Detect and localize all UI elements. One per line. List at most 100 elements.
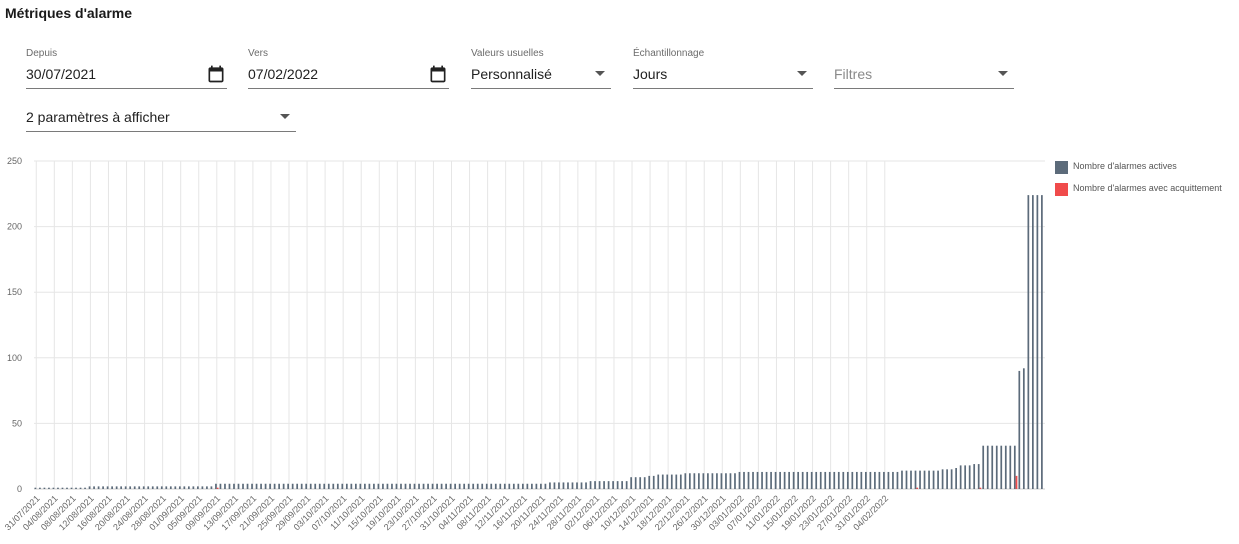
bar-active <box>169 486 172 489</box>
bar-active <box>1004 445 1007 489</box>
bar-active <box>607 481 610 489</box>
bar-active <box>919 470 921 489</box>
bar-active <box>260 483 262 489</box>
bar-active <box>720 473 723 489</box>
preset-select[interactable]: Valeurs usuelles Personnalisé <box>471 48 611 89</box>
sampling-value: Jours <box>633 66 668 82</box>
bar-active <box>111 486 113 489</box>
bar-active <box>440 483 443 489</box>
bar-active <box>219 483 222 489</box>
bar-active <box>571 482 574 489</box>
bar-active <box>986 445 989 489</box>
bar-active <box>106 486 109 489</box>
bar-active <box>197 486 199 489</box>
bar-active <box>698 473 700 489</box>
bar-active <box>1032 195 1034 489</box>
bar-active <box>133 486 136 489</box>
bar-active <box>512 483 515 489</box>
filters-select[interactable]: Filtres <box>834 48 1014 89</box>
params-select[interactable]: 2 paramètres à afficher <box>26 91 296 132</box>
bar-active <box>332 483 335 489</box>
bar-ack <box>979 487 982 489</box>
chevron-down-icon[interactable] <box>280 114 290 119</box>
bar-active <box>603 481 605 489</box>
bar-active <box>210 486 213 489</box>
bar-active <box>585 482 587 489</box>
legend-swatch-ack <box>1055 183 1068 196</box>
bar-active <box>982 445 985 489</box>
legend-swatch-active <box>1055 161 1068 174</box>
chevron-down-icon[interactable] <box>595 71 605 76</box>
bar-active <box>815 471 818 489</box>
bar-active <box>318 483 321 489</box>
bar-active <box>869 471 872 489</box>
bar-active <box>503 483 506 489</box>
bar-active <box>490 483 493 489</box>
bar-active <box>102 486 104 489</box>
bar-active <box>968 465 971 489</box>
bar-active <box>1018 370 1021 489</box>
bar-active <box>643 477 646 489</box>
bar-active <box>228 483 231 489</box>
bar-active <box>84 487 86 489</box>
bar-active <box>874 471 876 489</box>
bar-active <box>661 474 664 489</box>
calendar-icon[interactable] <box>428 64 448 84</box>
bar-active <box>1022 368 1025 489</box>
bar-active <box>684 473 687 489</box>
chevron-down-icon[interactable] <box>998 71 1008 76</box>
date-to-field[interactable]: Vers 07/02/2022 <box>248 48 449 89</box>
chevron-down-icon[interactable] <box>797 71 807 76</box>
bar-active <box>598 481 601 489</box>
bar-ack <box>916 487 919 489</box>
date-to-value[interactable]: 07/02/2022 <box>248 66 318 82</box>
alarm-bar-chart: 05010015020025031/07/202104/08/202108/08… <box>3 156 1045 532</box>
bar-active <box>472 483 475 489</box>
bar-active <box>540 483 542 489</box>
bar-active <box>508 483 511 489</box>
bar-active <box>756 471 759 489</box>
bar-active <box>251 483 253 489</box>
bar-active <box>833 471 836 489</box>
bar-active <box>354 483 357 489</box>
bar-active <box>878 471 881 489</box>
date-from-field[interactable]: Depuis 30/07/2021 <box>26 48 227 89</box>
bar-active <box>562 482 565 489</box>
bar-active <box>752 471 754 489</box>
legend-label-active: Nombre d'alarmes actives <box>1073 161 1177 171</box>
bar-active <box>639 477 642 489</box>
y-tick-label: 150 <box>7 287 22 297</box>
bar-active <box>458 483 461 489</box>
bar-active <box>553 482 556 489</box>
sampling-select[interactable]: Échantillonnage Jours <box>633 48 813 89</box>
bar-active <box>291 483 294 489</box>
bar-active <box>679 474 682 489</box>
bar-active <box>747 471 750 489</box>
bar-active <box>309 483 312 489</box>
y-tick-label: 100 <box>7 353 22 363</box>
bar-active <box>66 487 68 489</box>
bar-active <box>436 483 438 489</box>
bar-active <box>837 471 840 489</box>
bar-active <box>323 483 326 489</box>
date-from-value[interactable]: 30/07/2021 <box>26 66 96 82</box>
bar-active <box>535 483 538 489</box>
bar-active <box>1013 445 1016 489</box>
bar-active <box>788 471 790 489</box>
bar-active <box>296 483 299 489</box>
bar-active <box>901 470 903 489</box>
bar-active <box>156 486 159 489</box>
bar-active <box>621 481 623 489</box>
date-from-label: Depuis <box>26 48 58 59</box>
bar-active <box>1036 195 1039 489</box>
bar-active <box>625 481 628 489</box>
calendar-icon[interactable] <box>206 64 226 84</box>
bar-active <box>806 471 809 489</box>
y-tick-label: 50 <box>12 418 22 428</box>
bar-active <box>97 486 100 489</box>
bar-active <box>594 481 596 489</box>
bar-active <box>449 483 452 489</box>
bar-active <box>950 469 953 489</box>
bar-active <box>391 483 393 489</box>
bar-active <box>233 483 235 489</box>
